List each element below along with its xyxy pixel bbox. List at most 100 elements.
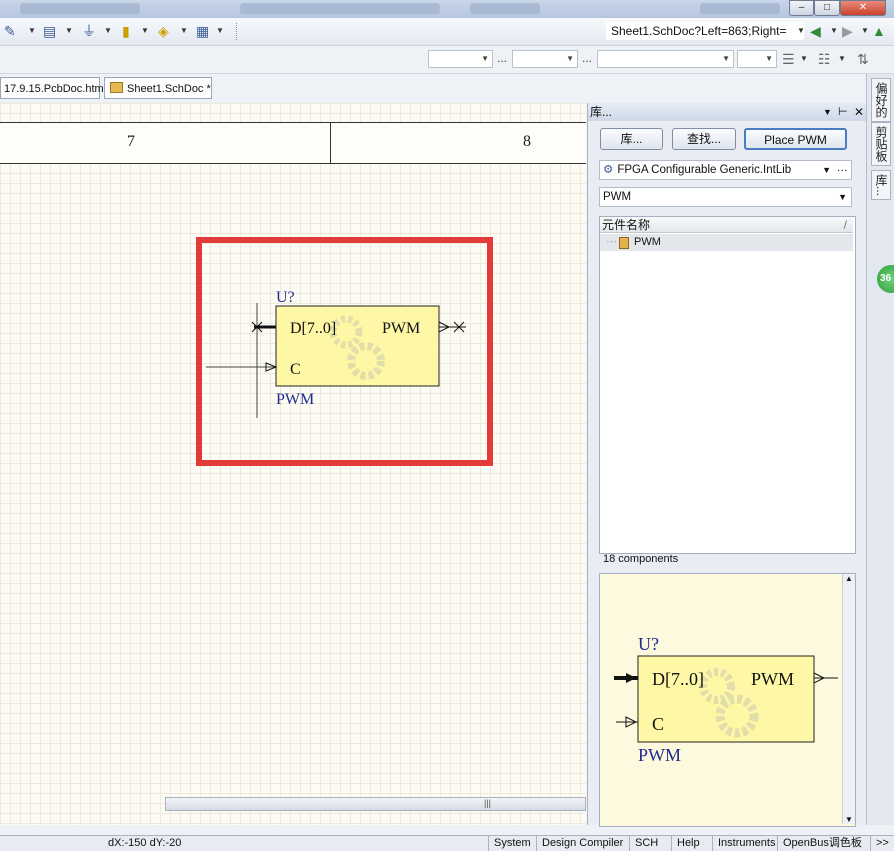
chevron-down-icon[interactable]: ▼ xyxy=(28,22,36,40)
filter-combo-4[interactable]: ▼ xyxy=(737,50,777,68)
cursor-coordinates: dX:-150 dY:-20 xyxy=(108,837,182,849)
annotation-highlight-box xyxy=(196,237,493,466)
chevron-down-icon[interactable]: ▼ xyxy=(800,50,808,68)
filter-value: PWM xyxy=(603,191,632,203)
notification-badge[interactable]: 36 xyxy=(877,265,894,293)
preview-pin-name-d: D[7..0] xyxy=(652,669,704,689)
chevron-down-icon: ▼ xyxy=(765,54,773,63)
tab-pcbdoc-report[interactable]: 17.9.15.PcbDoc.htm xyxy=(0,77,104,99)
library-select-value: FPGA Configurable Generic.IntLib xyxy=(617,164,792,176)
chevron-down-icon[interactable]: ▼ xyxy=(861,22,869,40)
toolbar-separator xyxy=(236,23,237,40)
status-tab-openbus[interactable]: OpenBus调色板 xyxy=(777,836,867,851)
side-tab-clipboard[interactable]: 剪贴板 xyxy=(871,122,891,166)
component-list[interactable]: 元件名称 / ⋯ PWM xyxy=(599,216,856,554)
close-window-button[interactable]: ✕ xyxy=(840,0,886,16)
side-tab-libraries[interactable]: 库... xyxy=(871,170,891,201)
tab-label: Sheet1.SchDoc * xyxy=(127,83,211,95)
arrange-icon[interactable]: ⇅ xyxy=(857,50,869,68)
chevron-down-icon[interactable]: ▼ xyxy=(180,22,188,40)
status-tab-design-compiler[interactable]: Design Compiler xyxy=(536,836,628,851)
chevron-down-icon[interactable]: ▼ xyxy=(797,22,805,40)
home-icon[interactable]: ▲ xyxy=(872,22,886,40)
align-icon[interactable]: ☰ xyxy=(782,50,795,68)
grid-icon[interactable]: ▦ xyxy=(196,22,209,40)
panel-header: 库... ▼ ⊢ ✕ xyxy=(588,103,867,121)
search-button[interactable]: 查找... xyxy=(672,128,736,150)
wire-tool-icon[interactable]: ✎ xyxy=(4,22,16,40)
back-icon[interactable]: ◀ xyxy=(810,22,821,40)
minimize-button[interactable]: – xyxy=(789,0,814,16)
toolbar-filter: ▼ ... ▼ ... ▼ ▼ ☰ ▼ ☷ ▼ ⇅ xyxy=(0,46,894,74)
part-tool-icon[interactable]: ▮ xyxy=(122,22,130,40)
chevron-down-icon[interactable]: ▼ xyxy=(830,22,838,40)
filter-combo-2[interactable]: ▼ xyxy=(512,50,578,68)
component-icon xyxy=(619,237,629,249)
component-preview: U? D[7..0] C PWM PWM ▲ ▼ xyxy=(599,573,856,827)
forward-icon[interactable]: ▶ xyxy=(842,22,853,40)
ellipsis-icon[interactable]: ... xyxy=(582,51,592,65)
panel-title: 库... xyxy=(590,105,613,119)
chevron-down-icon: ▼ xyxy=(481,54,489,63)
chevron-down-icon[interactable]: ▼ xyxy=(104,22,112,40)
side-panel-tabs: 偏好的 剪贴板 库... 36 xyxy=(866,74,894,825)
distribute-icon[interactable]: ☷ xyxy=(818,50,831,68)
maximize-button[interactable]: □ xyxy=(814,0,840,16)
status-tab-system[interactable]: System xyxy=(488,836,536,851)
preview-comment: PWM xyxy=(638,745,681,765)
library-panel: 库... ▼ ⊢ ✕ 库... 查找... Place PWM ⚙ FPGA Co… xyxy=(587,103,867,827)
filter-combo-3[interactable]: ▼ xyxy=(597,50,734,68)
ellipsis-icon[interactable]: … xyxy=(837,159,849,177)
close-icon[interactable]: ✕ xyxy=(854,103,864,121)
chevron-down-icon: ▼ xyxy=(722,54,730,63)
schematic-doc-icon xyxy=(110,82,123,93)
component-filter-input[interactable]: PWM ▼ xyxy=(599,187,852,207)
scroll-up-icon[interactable]: ▲ xyxy=(843,574,855,583)
column-header-component-name[interactable]: 元件名称 / xyxy=(600,217,853,233)
libraries-button[interactable]: 库... xyxy=(600,128,663,150)
list-item[interactable]: ⋯ PWM xyxy=(600,234,853,251)
chevron-down-icon[interactable]: ▼ xyxy=(141,22,149,40)
component-count: 18 components xyxy=(603,553,679,565)
pin-icon[interactable]: ⊢ xyxy=(838,103,848,121)
tab-label: 17.9.15.PcbDoc.htm xyxy=(4,83,104,95)
status-bar: dX:-150 dY:-20 System Design Compiler SC… xyxy=(0,835,894,851)
place-component-button[interactable]: Place PWM xyxy=(744,128,847,150)
filter-combo-1[interactable]: ▼ xyxy=(428,50,493,68)
chevron-down-icon[interactable]: ▼ xyxy=(216,22,224,40)
ground-power-icon[interactable]: ⏚ xyxy=(82,22,96,40)
preview-designator: U? xyxy=(638,634,659,654)
preview-scrollbar[interactable]: ▲ ▼ xyxy=(842,574,855,824)
panel-menu-icon[interactable]: ▼ xyxy=(823,103,832,121)
side-tab-favorites[interactable]: 偏好的 xyxy=(871,78,891,122)
preview-pin-name-pwm: PWM xyxy=(751,669,794,689)
chevron-down-icon: ▼ xyxy=(566,54,574,63)
title-bar: – □ ✕ xyxy=(0,0,894,18)
column-resize-icon[interactable]: / xyxy=(844,217,847,233)
status-tab-instruments[interactable]: Instruments xyxy=(712,836,780,851)
status-tab-sch[interactable]: SCH xyxy=(629,836,663,851)
chevron-down-icon: ▼ xyxy=(822,165,831,175)
toolbar-main: ✎ ▼ ▤ ▼ ⏚ ▼ ▮ ▼ ◈ ▼ ▦ ▼ Sheet1.SchDoc?Le… xyxy=(0,18,894,46)
preview-pin-name-c: C xyxy=(652,714,664,734)
library-icon: ⚙ xyxy=(603,164,614,176)
navigation-address-combo[interactable]: Sheet1.SchDoc?Left=863;Right= xyxy=(606,22,804,40)
horizontal-scrollbar[interactable]: ||| xyxy=(165,797,586,811)
scroll-grip-icon: ||| xyxy=(484,798,492,808)
status-tab-more[interactable]: >> xyxy=(870,836,894,851)
chevron-down-icon[interactable]: ▼ xyxy=(838,50,846,68)
tree-line: ⋯ xyxy=(606,236,617,248)
ellipsis-icon[interactable]: ... xyxy=(497,51,507,65)
chevron-down-icon[interactable]: ▼ xyxy=(65,22,73,40)
document-tab-bar: 17.9.15.PcbDoc.htm Sheet1.SchDoc * xyxy=(0,74,586,102)
schematic-canvas[interactable]: 7 8 U? D[7..0] C PWM PWM ||| xyxy=(0,103,586,825)
status-tab-help[interactable]: Help xyxy=(671,836,705,851)
library-select[interactable]: ⚙ FPGA Configurable Generic.IntLib ▼ … xyxy=(599,160,852,180)
port-tool-icon[interactable]: ◈ xyxy=(158,22,169,40)
preview-pin-arrow xyxy=(626,673,636,683)
bus-tool-icon[interactable]: ▤ xyxy=(43,22,56,40)
column-header-label: 元件名称 xyxy=(602,218,651,232)
chevron-down-icon: ▼ xyxy=(838,192,847,202)
scroll-down-icon[interactable]: ▼ xyxy=(843,815,855,824)
tab-sheet1-schdoc[interactable]: Sheet1.SchDoc * xyxy=(104,77,212,99)
